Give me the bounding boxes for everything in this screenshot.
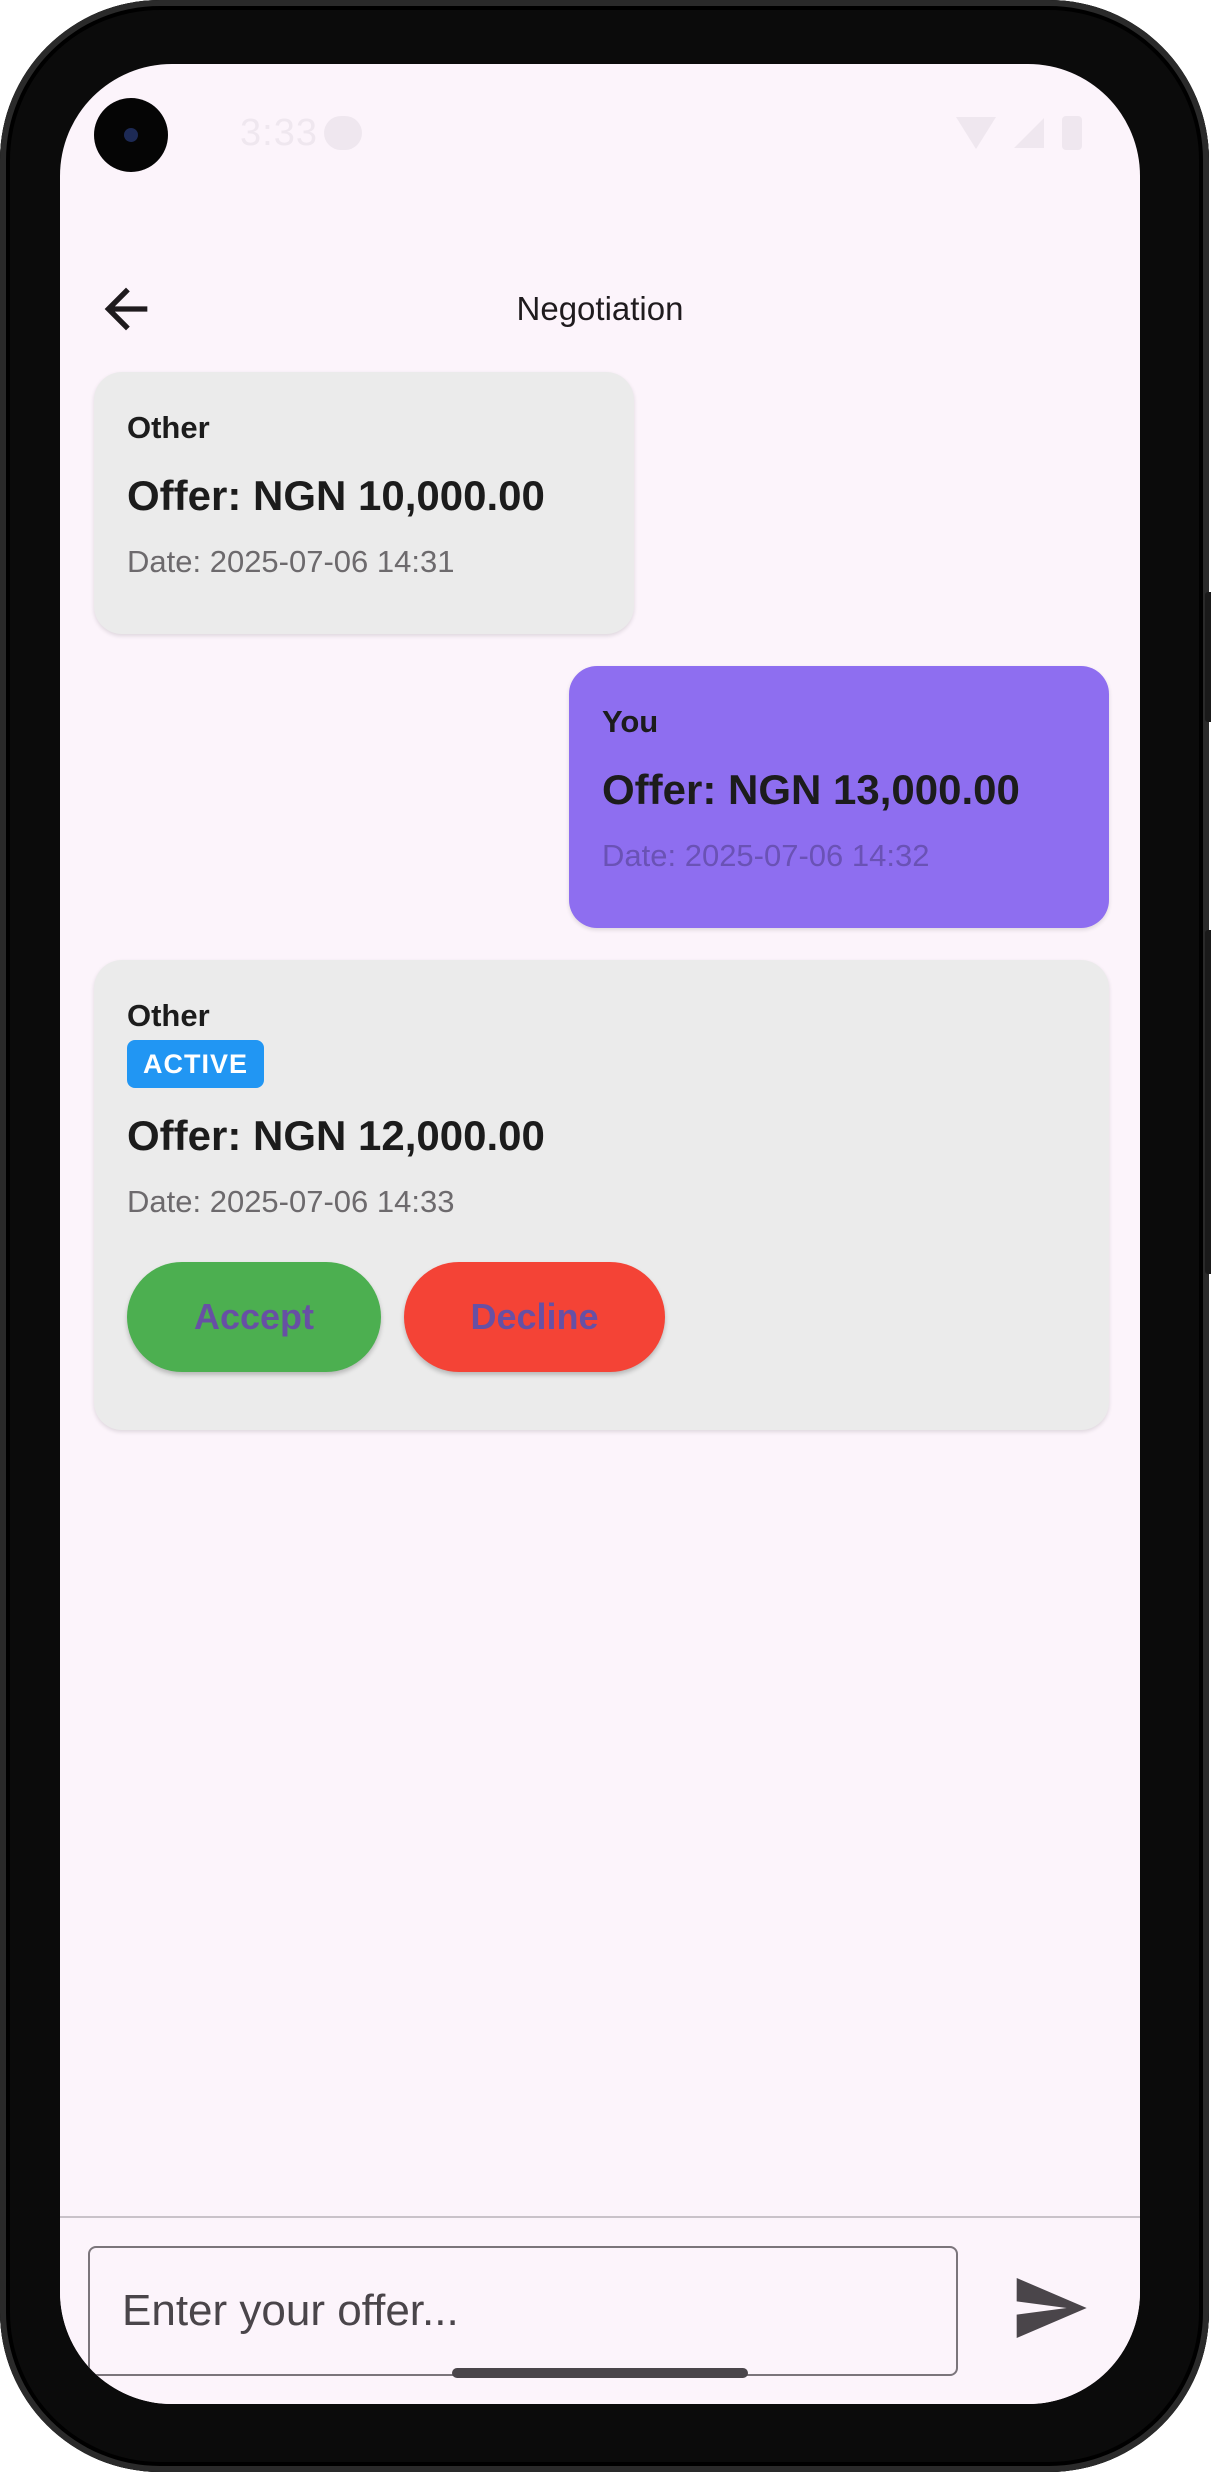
offer-date: Date: 2025-07-06 14:33 bbox=[127, 1184, 455, 1219]
notification-icons bbox=[324, 116, 362, 150]
offer-amount: Offer: NGN 13,000.00 bbox=[602, 766, 1020, 813]
front-camera bbox=[94, 98, 168, 172]
offer-amount: Offer: NGN 10,000.00 bbox=[127, 472, 545, 519]
device-frame: 3:33 Negotiation Other Offer: NGN 10,000… bbox=[0, 0, 1211, 2474]
page-title: Negotiation bbox=[516, 290, 684, 327]
signal-icon bbox=[1014, 118, 1044, 148]
system-icons bbox=[956, 116, 1082, 150]
offer-date: Date: 2025-07-06 14:32 bbox=[602, 838, 930, 873]
status-time: 3:33 bbox=[240, 112, 318, 154]
battery-icon bbox=[1062, 116, 1082, 150]
status-badge: ACTIVE bbox=[127, 1040, 265, 1088]
offer-amount: Offer: NGN 12,000.00 bbox=[127, 1112, 545, 1159]
wifi-icon bbox=[956, 117, 996, 149]
power-button bbox=[1205, 592, 1211, 722]
phone-body: 3:33 Negotiation Other Offer: NGN 10,000… bbox=[0, 0, 1211, 2472]
decline-button[interactable]: Decline bbox=[404, 1262, 665, 1372]
home-indicator[interactable] bbox=[452, 2368, 748, 2378]
send-button[interactable] bbox=[1010, 2268, 1090, 2348]
offer-message-active: Other ACTIVE Offer: NGN 12,000.00 Date: … bbox=[94, 960, 1109, 1430]
offer-actions: Accept Decline bbox=[127, 1262, 1076, 1372]
offer-message-other: Other Offer: NGN 10,000.00 Date: 2025-07… bbox=[94, 372, 634, 634]
app-screen: 3:33 Negotiation Other Offer: NGN 10,000… bbox=[60, 64, 1140, 2404]
app-bar: Negotiation bbox=[60, 264, 1140, 354]
accept-button[interactable]: Accept bbox=[127, 1262, 381, 1372]
notification-icon bbox=[324, 116, 362, 150]
volume-button bbox=[1205, 930, 1211, 1274]
message-sender: Other bbox=[127, 410, 210, 445]
message-sender: Other bbox=[127, 998, 210, 1033]
message-sender: You bbox=[602, 704, 659, 739]
send-icon bbox=[1016, 2278, 1087, 2338]
status-bar: 3:33 bbox=[60, 64, 1140, 204]
offer-input[interactable] bbox=[88, 2246, 958, 2376]
offer-date: Date: 2025-07-06 14:31 bbox=[127, 544, 455, 579]
offer-message-you: You Offer: NGN 13,000.00 Date: 2025-07-0… bbox=[569, 666, 1109, 928]
